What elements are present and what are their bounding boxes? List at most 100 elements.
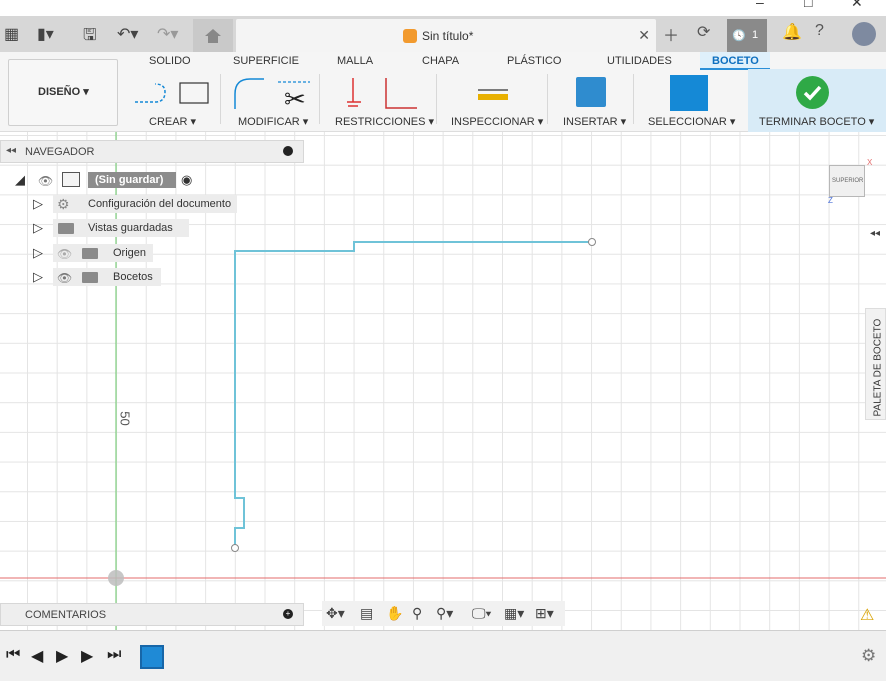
navigator-title: NAVEGADOR xyxy=(25,146,95,158)
timeline-prev-icon[interactable]: ◀ xyxy=(31,646,43,666)
constraint-tools-icon[interactable] xyxy=(345,76,425,112)
pan-icon[interactable]: ✋ xyxy=(386,605,403,622)
expand-triangle-icon[interactable]: ◢ xyxy=(15,172,25,188)
online-status-icon[interactable]: ⟳ xyxy=(697,22,710,42)
maximize-icon[interactable]: □ xyxy=(804,0,812,10)
expand-palette-icon[interactable]: ◂◂ xyxy=(870,228,880,239)
visibility-eye-icon[interactable]: 👁 xyxy=(38,174,53,188)
add-comment-icon[interactable]: + xyxy=(283,609,293,619)
new-tab-icon[interactable]: ＋ xyxy=(663,22,679,46)
undo-icon[interactable]: ↶▾ xyxy=(117,24,138,44)
sketch-line xyxy=(234,241,592,548)
close-window-icon[interactable]: ✕ xyxy=(851,0,863,11)
group-inspeccionar[interactable]: INSPECCIONAR ▾ xyxy=(451,115,543,128)
ribbon-separator xyxy=(547,74,548,124)
document-tab[interactable]: Sin título* ✕ xyxy=(236,19,656,52)
view-cube-x-axis: X xyxy=(867,158,873,167)
ribbon-separator xyxy=(436,74,437,124)
save-icon[interactable]: 🖫 xyxy=(83,24,97,51)
view-cube-z-axis: Z xyxy=(828,196,833,205)
ribbon-separator xyxy=(319,74,320,124)
sketch-endpoint xyxy=(588,238,596,246)
warning-icon[interactable]: ⚠ xyxy=(860,605,874,625)
measure-icon[interactable] xyxy=(476,82,510,104)
timeline-bar: ⏮ ◀ ▶ ▶ ⏭ xyxy=(0,630,886,681)
expand-triangle-icon[interactable]: ▷ xyxy=(33,196,43,212)
notifications-icon[interactable]: 🔔 xyxy=(782,22,802,42)
display-settings-icon[interactable]: 🖵▾ xyxy=(472,605,491,622)
grid-settings-icon[interactable]: ▦▾ xyxy=(504,605,524,622)
document-title: Sin título* xyxy=(422,29,474,43)
tab-malla[interactable]: MALLA xyxy=(337,55,373,67)
folder-icon xyxy=(58,223,74,234)
view-cube-face-label: SUPERIOR xyxy=(832,178,864,184)
finish-check-icon[interactable] xyxy=(796,76,829,109)
timeline-sketch-item[interactable] xyxy=(140,645,164,669)
group-terminar-boceto[interactable]: TERMINAR BOCETO ▾ xyxy=(759,115,874,128)
expand-triangle-icon[interactable]: ▷ xyxy=(33,220,43,236)
tree-item-config[interactable]: ▷ ⚙ Configuración del documento xyxy=(33,195,243,213)
visibility-eye-icon[interactable]: 👁 xyxy=(57,271,72,285)
tab-solido[interactable]: SOLIDO xyxy=(149,55,191,67)
tab-plastico[interactable]: PLÁSTICO xyxy=(507,55,561,67)
view-cube[interactable]: SUPERIOR xyxy=(829,165,865,197)
clock-icon: 🕓 xyxy=(732,30,746,42)
trim-scissors-icon: ✂ xyxy=(284,85,306,112)
tab-utilidades[interactable]: UTILIDADES xyxy=(607,55,672,67)
expand-triangle-icon[interactable]: ▷ xyxy=(33,269,43,285)
zoom-icon[interactable]: ⚲ xyxy=(412,605,422,622)
workspace-dropdown[interactable]: DISEÑO ▾ xyxy=(8,59,118,126)
fillet-tool-icon[interactable]: ✂ xyxy=(232,76,312,112)
group-seleccionar[interactable]: SELECCIONAR ▾ xyxy=(648,115,735,128)
tree-item-bocetos[interactable]: ▷ 👁 Bocetos xyxy=(33,268,163,286)
home-button[interactable] xyxy=(193,19,233,52)
ribbon-separator xyxy=(633,74,634,124)
folder-icon xyxy=(82,248,98,259)
window-controls: – □ ✕ xyxy=(736,0,886,14)
look-at-icon[interactable]: ▤ xyxy=(360,605,373,622)
tree-item-origen[interactable]: ▷ 👁 Origen xyxy=(33,244,163,262)
minimize-icon[interactable]: – xyxy=(756,0,764,10)
timeline-next-icon[interactable]: ▶ xyxy=(81,646,93,666)
expand-triangle-icon[interactable]: ▷ xyxy=(33,245,43,261)
tree-item-label: Origen xyxy=(113,247,147,259)
timeline-last-icon[interactable]: ⏭ xyxy=(107,646,121,664)
navigation-toolbar: ✥▾ ▤ ✋ ⚲ ⚲▾ 🖵▾ ▦▾ ⊞▾ xyxy=(322,601,565,626)
group-modificar[interactable]: MODIFICAR ▾ xyxy=(238,115,308,128)
line-tool-icon[interactable] xyxy=(133,80,213,110)
ribbon-separator xyxy=(220,74,221,124)
activate-radio-icon[interactable]: ◉ xyxy=(181,172,192,188)
timeline-play-icon[interactable]: ▶ xyxy=(56,646,68,666)
navigator-minimize-icon[interactable] xyxy=(283,146,293,156)
tab-superficie[interactable]: SUPERFICIE xyxy=(233,55,299,67)
insert-image-icon[interactable] xyxy=(576,77,606,107)
timeline-first-icon[interactable]: ⏮ xyxy=(6,646,20,664)
timeline-settings-gear-icon[interactable]: ⚙ xyxy=(861,646,876,666)
group-insertar[interactable]: INSERTAR ▾ xyxy=(563,115,626,128)
collapse-navigator-icon[interactable]: ◂◂ xyxy=(6,145,16,156)
apps-grid-icon[interactable]: ▦ xyxy=(4,24,19,44)
sketch-palette-tab[interactable]: PALETA DE BOCETO xyxy=(865,308,886,420)
tab-chapa[interactable]: CHAPA xyxy=(422,55,459,67)
tree-item-label: Bocetos xyxy=(113,271,153,283)
sketch-endpoint xyxy=(231,544,239,552)
ribbon: SOLIDO SUPERFICIE MALLA CHAPA PLÁSTICO U… xyxy=(0,52,886,132)
redo-icon[interactable]: ↷▾ xyxy=(157,24,178,44)
select-tool-icon[interactable] xyxy=(670,75,708,111)
tab-boceto[interactable]: BOCETO xyxy=(700,52,770,70)
group-restricciones[interactable]: RESTRICCIONES ▾ xyxy=(335,115,434,128)
file-menu-icon[interactable]: ▮▾ xyxy=(37,24,54,44)
group-crear[interactable]: CREAR ▾ xyxy=(149,115,196,128)
job-status-button[interactable]: 🕓 1 xyxy=(727,19,767,52)
avatar[interactable] xyxy=(852,22,876,46)
tree-item-label: Configuración del documento xyxy=(88,198,232,210)
tree-root-label[interactable]: (Sin guardar) xyxy=(88,172,176,188)
help-icon[interactable]: ? xyxy=(815,22,824,40)
hidden-eye-icon[interactable]: 👁 xyxy=(57,247,72,261)
fit-icon[interactable]: ⚲▾ xyxy=(436,605,453,622)
tree-item-vistas[interactable]: ▷ Vistas guardadas xyxy=(33,219,193,237)
viewports-icon[interactable]: ⊞▾ xyxy=(535,605,554,622)
axis-dimension-label: 50 xyxy=(117,411,133,426)
orbit-icon[interactable]: ✥▾ xyxy=(326,605,345,622)
close-tab-icon[interactable]: ✕ xyxy=(638,27,650,44)
